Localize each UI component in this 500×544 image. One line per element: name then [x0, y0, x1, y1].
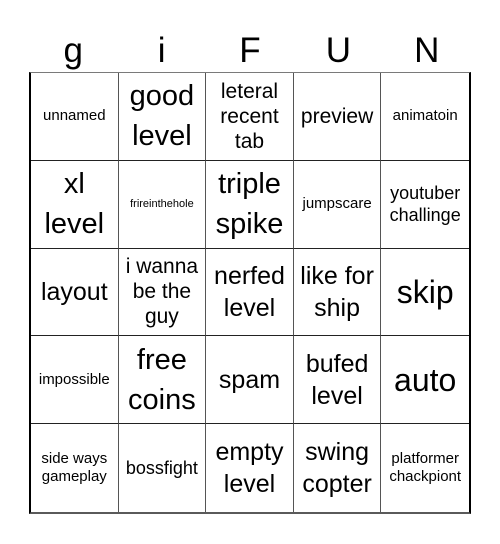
bingo-cell-label: free coins — [128, 343, 196, 416]
bingo-cell[interactable]: swing copter — [294, 424, 382, 512]
bingo-cell[interactable]: auto — [381, 336, 469, 425]
bingo-cell[interactable]: impossible — [31, 336, 119, 425]
bingo-cell-label: skip — [396, 273, 454, 310]
bingo-cell-label: leteral recent tab — [220, 79, 279, 153]
bingo-cell[interactable]: jumpscare — [293, 160, 382, 249]
bingo-cell[interactable]: free coins — [118, 336, 207, 425]
bingo-cell-label: good level — [129, 80, 195, 153]
bingo-cell-label: i wanna be the guy — [125, 255, 199, 329]
header-letter-5: N — [414, 31, 440, 70]
bingo-cell[interactable]: side ways gameplay — [31, 424, 119, 512]
bingo-cell-label: impossible — [38, 370, 110, 388]
bingo-cell[interactable]: frireinthehole — [118, 160, 207, 249]
bingo-header: g i F U N — [29, 30, 471, 72]
header-letter-4: U — [325, 31, 352, 70]
bingo-cell-label: empty level — [215, 438, 284, 499]
bingo-cell[interactable]: triple spike — [206, 160, 294, 249]
bingo-cell[interactable]: xl level — [31, 160, 119, 249]
header-letter-3: F — [239, 31, 261, 70]
bingo-cell[interactable]: unnamed — [31, 73, 119, 161]
bingo-cell[interactable]: like for ship — [293, 248, 382, 337]
bingo-cell-label: triple spike — [215, 168, 284, 241]
bingo-cell-label: layout — [40, 277, 108, 306]
bingo-cell-label: xl level — [44, 168, 105, 241]
bingo-cell-label: like for ship — [300, 261, 374, 322]
bingo-cell-label: frireinthehole — [130, 197, 194, 210]
bingo-cell-label: youtuber challinge — [389, 183, 461, 226]
bingo-cell[interactable]: empty level — [206, 424, 294, 512]
header-letter-1: g — [63, 31, 83, 70]
bingo-cell[interactable]: skip — [381, 249, 469, 337]
bingo-cell-label: animatoin — [392, 107, 458, 125]
bingo-cell-label: jumpscare — [302, 195, 372, 213]
header-letter-2: i — [157, 31, 166, 70]
bingo-cell-label: bufed level — [305, 349, 369, 410]
bingo-cell-label: platformer chackpiont — [389, 450, 462, 486]
bingo-cell-label: auto — [394, 361, 457, 398]
bingo-cell[interactable]: layout — [31, 248, 119, 337]
bingo-cell[interactable]: platformer chackpiont — [381, 424, 469, 512]
bingo-cell[interactable]: spam — [206, 336, 294, 425]
bingo-cell[interactable]: nerfed level — [206, 248, 294, 337]
bingo-cell-label: nerfed level — [214, 261, 285, 322]
bingo-board: unnamed good level leteral recent tab previ… — [29, 72, 471, 514]
bingo-cell-label: unnamed — [43, 107, 106, 125]
bingo-cell[interactable]: bossfight — [119, 424, 207, 512]
bingo-cell[interactable]: leteral recent tab — [206, 73, 294, 161]
bingo-cell-label: bossfight — [125, 458, 198, 479]
bingo-cell-label: side ways gameplay — [41, 450, 108, 486]
bingo-cell-label: swing copter — [302, 438, 372, 499]
bingo-cell[interactable]: animatoin — [381, 73, 469, 161]
bingo-cell[interactable]: bufed level — [293, 336, 382, 425]
bingo-cell[interactable]: youtuber challinge — [381, 161, 469, 249]
bingo-cell-label: spam — [218, 365, 281, 394]
bingo-cell[interactable]: good level — [118, 73, 207, 161]
bingo-cell[interactable]: i wanna be the guy — [118, 248, 207, 337]
bingo-cell-label: preview — [300, 104, 374, 128]
bingo-cell[interactable]: preview — [293, 73, 382, 161]
